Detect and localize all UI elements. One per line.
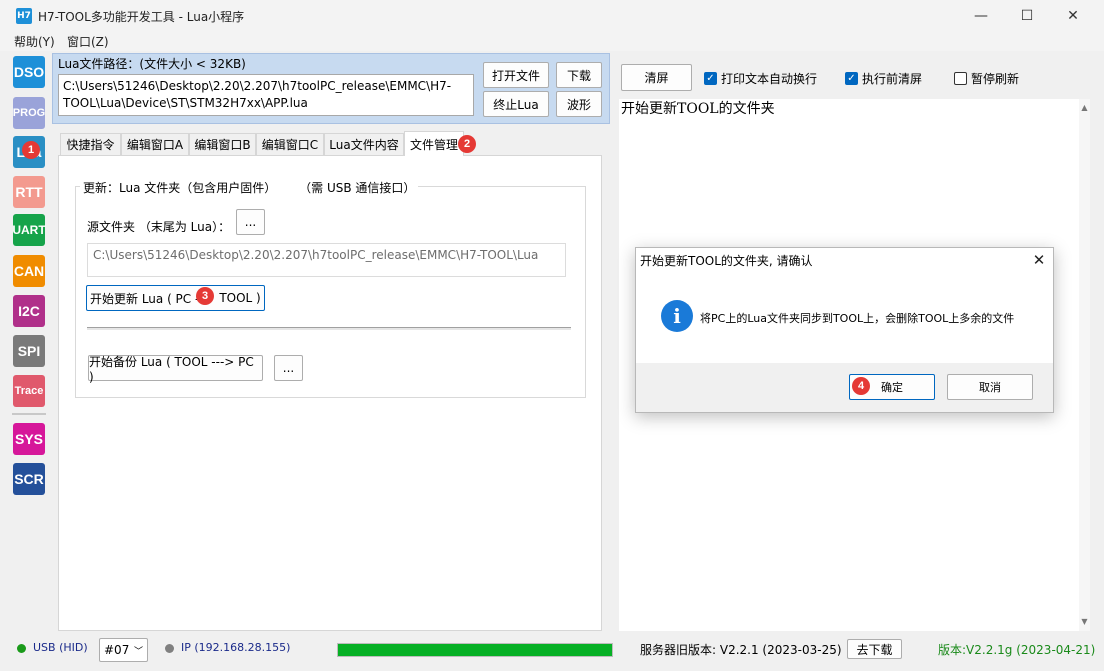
clear-before-run-label: 执行前清屏 bbox=[862, 72, 923, 86]
tool-rtt[interactable]: RTT bbox=[13, 176, 45, 208]
tab-edit-c[interactable]: 编辑窗口C bbox=[256, 133, 324, 155]
info-icon: i bbox=[661, 300, 693, 332]
progress-fill bbox=[338, 644, 612, 656]
step-badge-2: 2 bbox=[458, 135, 476, 153]
dialog-close-icon[interactable]: ✕ bbox=[1028, 250, 1050, 270]
clear-before-run-checkbox[interactable]: ✓ 执行前清屏 bbox=[845, 70, 922, 87]
version-label: 版本:V2.2.1g (2023-04-21) bbox=[938, 643, 1096, 657]
waveform-button[interactable]: 波形 bbox=[556, 91, 602, 117]
progress-bar bbox=[337, 643, 613, 657]
start-update-lua-button[interactable]: 开始更新 Lua ( PC - TOOL ) bbox=[86, 285, 265, 311]
browse-source-button[interactable]: ... bbox=[236, 209, 265, 235]
step-badge-4: 4 bbox=[852, 377, 870, 395]
start-update-label-end: TOOL ) bbox=[219, 291, 261, 305]
group-title: 更新：Lua 文件夹（包含用户固件） （需 USB 通信接口） bbox=[80, 179, 419, 196]
clear-screen-button[interactable]: 清屏 bbox=[621, 64, 692, 91]
ip-status-dot bbox=[165, 644, 174, 653]
menu-bar bbox=[0, 31, 1104, 51]
tab-lua-content[interactable]: Lua文件内容 bbox=[324, 133, 404, 155]
start-update-label: 开始更新 Lua ( PC - bbox=[90, 291, 200, 306]
pause-refresh-label: 暂停刷新 bbox=[971, 72, 1020, 86]
download-button[interactable]: 下载 bbox=[556, 62, 602, 88]
checkbox-empty-icon bbox=[954, 72, 967, 85]
tool-prog[interactable]: PROG bbox=[13, 97, 45, 129]
source-folder-path[interactable]: C:\Users\51246\Desktop\2.20\2.207\h7tool… bbox=[87, 243, 566, 277]
maximize-button[interactable]: ☐ bbox=[1004, 0, 1050, 31]
auto-wrap-checkbox[interactable]: ✓ 打印文本自动换行 bbox=[704, 70, 817, 87]
step-badge-3: 3 bbox=[196, 287, 214, 305]
dialog-cancel-button[interactable]: 取消 bbox=[947, 374, 1033, 400]
tab-file-management[interactable]: 文件管理 bbox=[404, 131, 464, 156]
tool-sys[interactable]: SYS bbox=[13, 423, 45, 455]
chevron-down-icon: ﹀ bbox=[133, 646, 143, 657]
port-value: #07 bbox=[104, 643, 130, 657]
open-file-button[interactable]: 打开文件 bbox=[483, 62, 549, 88]
tool-i2c[interactable]: I2C bbox=[13, 295, 45, 327]
lua-path-input[interactable]: C:\Users\51246\Desktop\2.20\2.207\h7tool… bbox=[58, 74, 474, 116]
check-icon: ✓ bbox=[845, 72, 858, 85]
go-download-button[interactable]: 去下载 bbox=[847, 639, 902, 659]
check-icon: ✓ bbox=[704, 72, 717, 85]
usb-status-dot bbox=[17, 644, 26, 653]
start-backup-lua-button[interactable]: 开始备份 Lua ( TOOL ---> PC ) bbox=[88, 355, 263, 384]
tab-edit-a[interactable]: 编辑窗口A bbox=[121, 133, 189, 155]
port-select[interactable]: #07 ﹀ bbox=[99, 638, 148, 662]
window-title: H7-TOOL多功能开发工具 - Lua小程序 bbox=[38, 10, 245, 24]
toolbar-divider bbox=[12, 413, 46, 415]
step-badge-1: 1 bbox=[22, 141, 40, 159]
output-text: 开始更新TOOL的文件夹 bbox=[621, 101, 775, 117]
source-folder-label: 源文件夹 （末尾为 Lua）： bbox=[87, 220, 231, 234]
tab-edit-b[interactable]: 编辑窗口B bbox=[189, 133, 256, 155]
tool-scr[interactable]: SCR bbox=[13, 463, 45, 495]
lua-path-label: Lua文件路径：(文件大小 < 32KB) bbox=[58, 57, 246, 71]
stop-lua-button[interactable]: 终止Lua bbox=[483, 91, 549, 117]
auto-wrap-label: 打印文本自动换行 bbox=[721, 72, 818, 86]
tool-uart[interactable]: UART bbox=[12, 214, 46, 246]
tool-can[interactable]: CAN bbox=[13, 255, 45, 287]
browse-backup-button[interactable]: ... bbox=[274, 355, 303, 381]
server-version: 服务器旧版本: V2.2.1 (2023-03-25) bbox=[640, 643, 842, 657]
minimize-button[interactable]: — bbox=[958, 0, 1004, 31]
close-button[interactable]: ✕ bbox=[1050, 0, 1096, 31]
ip-status: IP (192.168.28.155) bbox=[181, 641, 291, 654]
tool-spi[interactable]: SPI bbox=[13, 335, 45, 367]
scroll-up-icon[interactable]: ▲ bbox=[1079, 103, 1090, 112]
dialog-title: 开始更新TOOL的文件夹, 请确认 bbox=[640, 254, 813, 268]
separator bbox=[87, 327, 571, 331]
menu-help[interactable]: 帮助(Y) bbox=[14, 33, 55, 50]
tool-trace[interactable]: Trace bbox=[13, 375, 45, 407]
dialog-message: 将PC上的Lua文件夹同步到TOOL上，会删除TOOL上多余的文件 bbox=[700, 312, 1015, 325]
menu-window[interactable]: 窗口(Z) bbox=[67, 33, 109, 50]
tool-dso[interactable]: DSO bbox=[13, 56, 45, 88]
app-icon: H7 bbox=[16, 8, 32, 24]
usb-status: USB (HID) bbox=[33, 641, 88, 654]
scroll-down-icon[interactable]: ▼ bbox=[1079, 617, 1090, 626]
tab-quick-commands[interactable]: 快捷指令 bbox=[60, 133, 121, 155]
output-scrollbar[interactable] bbox=[1079, 99, 1090, 631]
pause-refresh-checkbox[interactable]: 暂停刷新 bbox=[954, 70, 1019, 87]
